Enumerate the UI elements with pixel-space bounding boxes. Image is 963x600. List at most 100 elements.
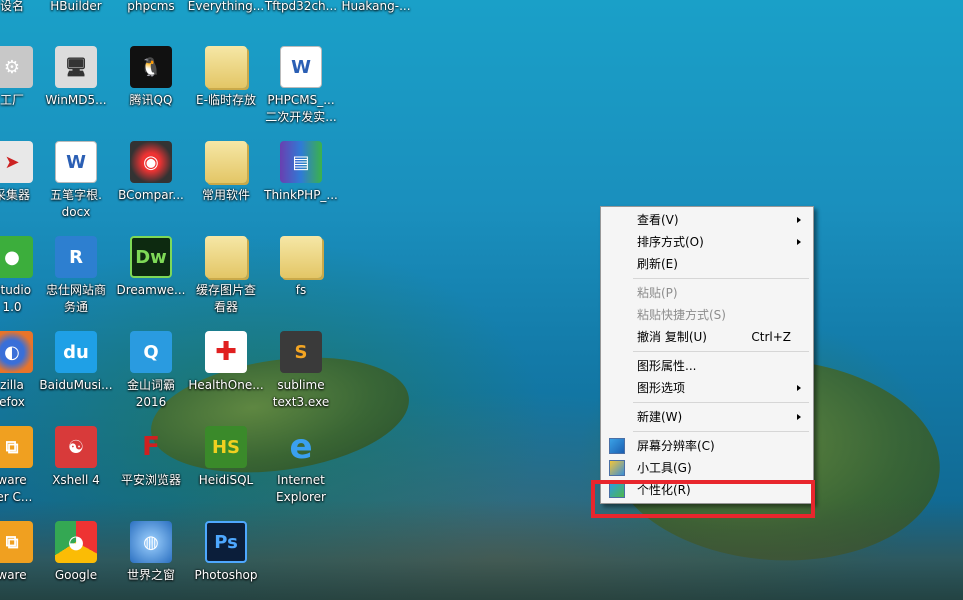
menu-item-screen-resolution[interactable]: 屏幕分辨率(C) <box>603 435 811 457</box>
heidisql-icon: HS <box>205 426 247 468</box>
desktop-icon[interactable]: 常用软件 <box>184 141 268 204</box>
folder-icon <box>280 236 322 278</box>
desktop-icon[interactable]: Tftpd32ch... <box>259 0 343 15</box>
menu-item-graphics-properties[interactable]: 图形属性... <box>603 355 811 377</box>
desktop-icon-label: 忠仕网站商 务通 <box>45 283 106 314</box>
desktop-icon[interactable]: HS HeidiSQL <box>184 426 268 489</box>
desktop-icon-label: HBuilder <box>50 0 102 13</box>
desktop-icon[interactable]: ✚ HealthOne... <box>184 331 268 394</box>
desktop-icon-label: 平安浏览器 <box>120 473 181 487</box>
menu-item-label: 撤消 复制(U) <box>637 330 707 344</box>
desktop-icon[interactable]: R 忠仕网站商 务通 <box>34 236 118 316</box>
desktop-icon[interactable]: phpcms <box>109 0 193 15</box>
desktop-icon[interactable]: ◍ 世界之窗 <box>109 521 193 584</box>
menu-item-gadgets[interactable]: 小工具(G) <box>603 457 811 479</box>
desktop-icon-label: Huakang-... <box>341 0 411 13</box>
menu-item-label: 粘贴快捷方式(S) <box>637 308 726 322</box>
desktop-icon[interactable]: e Internet Explorer <box>259 426 343 506</box>
photoshop-icon: Ps <box>205 521 247 563</box>
desktop-icon-label: 金山词霸 2016 <box>126 378 175 409</box>
desktop-icon-label: 世界之窗 <box>126 568 175 582</box>
desktop-icon-label: 腾讯QQ <box>129 93 173 107</box>
menu-item-graphics-options[interactable]: 图形选项 <box>603 377 811 399</box>
desktop-icon[interactable]: 🖥 WinMD5... <box>34 46 118 109</box>
desktop-icon[interactable]: ◉ BCompar... <box>109 141 193 204</box>
kingsoft-dictionary-icon: Q <box>130 331 172 373</box>
desktop-icon-label: ThinkPHP_... <box>264 188 338 202</box>
desktop-icon-grid: 设名 HBuilder phpcms Everything... Tftpd32… <box>0 0 963 600</box>
android-studio-icon: ● <box>0 236 33 278</box>
sublime-text-icon: S <box>280 331 322 373</box>
desktop-icon[interactable]: E-临时存放 <box>184 46 268 109</box>
menu-item-refresh[interactable]: 刷新(E) <box>603 253 811 275</box>
desktop-icon[interactable]: ▤ ThinkPHP_... <box>259 141 343 204</box>
menu-separator <box>633 351 809 352</box>
desktop-icon-label: BCompar... <box>118 188 184 202</box>
menu-separator <box>633 402 809 403</box>
folder-icon <box>205 236 247 278</box>
beyond-compare-icon: ◉ <box>130 141 172 183</box>
desktop-icon-label: 缓存图片查 看器 <box>195 283 256 314</box>
menu-item-label: 图形选项 <box>637 381 686 395</box>
health-cross-icon: ✚ <box>205 331 247 373</box>
zhongshi-icon: R <box>55 236 97 278</box>
desktop-icon[interactable]: 🐧 腾讯QQ <box>109 46 193 109</box>
desktop-context-menu: 查看(V) 排序方式(O) 刷新(E) 粘贴(P) 粘贴快捷方式(S) 撤消 复… <box>600 206 814 504</box>
menu-item-label: 刷新(E) <box>637 257 678 271</box>
pingan-browser-icon: F <box>142 431 160 462</box>
menu-item-paste-shortcut: 粘贴快捷方式(S) <box>603 304 811 326</box>
desktop-icon[interactable]: fs <box>259 236 343 299</box>
desktop-icon[interactable]: 缓存图片查 看器 <box>184 236 268 316</box>
menu-item-new[interactable]: 新建(W) <box>603 406 811 428</box>
menu-item-shortcut: Ctrl+Z <box>751 330 791 344</box>
gadgets-icon <box>609 460 625 476</box>
word-document-icon: W <box>55 141 97 183</box>
theworld-browser-icon: ◍ <box>130 521 172 563</box>
archive-icon: ▤ <box>280 141 322 183</box>
menu-item-label: 排序方式(O) <box>637 235 704 249</box>
desktop-icon[interactable]: Dw Dreamwe... <box>109 236 193 299</box>
folder-icon <box>205 141 247 183</box>
desktop-icon[interactable]: Huakang-... <box>334 0 418 15</box>
vmware-icon: ⧉ <box>0 426 33 468</box>
desktop-icon-label: BaiduMusi... <box>39 378 113 392</box>
desktop-icon-label: Tftpd32ch... <box>264 0 338 13</box>
baidu-music-icon: du <box>55 331 97 373</box>
desktop-icon[interactable]: ☯ Xshell 4 <box>34 426 118 489</box>
dreamweaver-icon: Dw <box>130 236 172 278</box>
submenu-arrow-icon <box>797 217 801 223</box>
desktop-icon-label: E-临时存放 <box>196 93 256 107</box>
menu-separator <box>633 431 809 432</box>
desktop-icon[interactable]: S sublime text3.exe <box>259 331 343 411</box>
winmd5-icon: 🖥 <box>55 46 97 88</box>
desktop-icon[interactable]: Ps Photoshop <box>184 521 268 584</box>
desktop-icon-label: fs <box>295 283 307 297</box>
desktop-icon[interactable]: F 平安浏览器 <box>109 426 193 489</box>
desktop-icon-label: Xshell 4 <box>52 473 100 487</box>
desktop-icon[interactable]: Everything... <box>184 0 268 15</box>
display-icon <box>609 438 625 454</box>
desktop-icon[interactable]: W 五笔字根. docx <box>34 141 118 221</box>
desktop-icon[interactable]: ◕ Google <box>34 521 118 584</box>
desktop-icon[interactable]: HBuilder <box>34 0 118 15</box>
menu-item-label: 粘贴(P) <box>637 286 678 300</box>
desktop-icon[interactable]: Q 金山词霸 2016 <box>109 331 193 411</box>
menu-item-view[interactable]: 查看(V) <box>603 209 811 231</box>
menu-item-sort-by[interactable]: 排序方式(O) <box>603 231 811 253</box>
menu-item-label: 新建(W) <box>637 410 683 424</box>
desktop-icon[interactable]: W PHPCMS_... 二次开发实... <box>259 46 343 126</box>
desktop-icon-label: Everything... <box>187 0 265 13</box>
menu-separator <box>633 278 809 279</box>
submenu-arrow-icon <box>797 239 801 245</box>
desktop-icon-label: Internet Explorer <box>276 473 326 504</box>
submenu-arrow-icon <box>797 385 801 391</box>
folder-icon <box>205 46 247 88</box>
desktop-icon[interactable]: du BaiduMusi... <box>34 331 118 394</box>
internet-explorer-icon: e <box>289 426 313 467</box>
menu-item-label: 屏幕分辨率(C) <box>637 439 715 453</box>
vmware-icon: ⧉ <box>0 521 33 563</box>
submenu-arrow-icon <box>797 414 801 420</box>
xshell-icon: ☯ <box>55 426 97 468</box>
desktop-icon-label: Google <box>54 568 98 582</box>
menu-item-undo-copy[interactable]: 撤消 复制(U) Ctrl+Z <box>603 326 811 348</box>
